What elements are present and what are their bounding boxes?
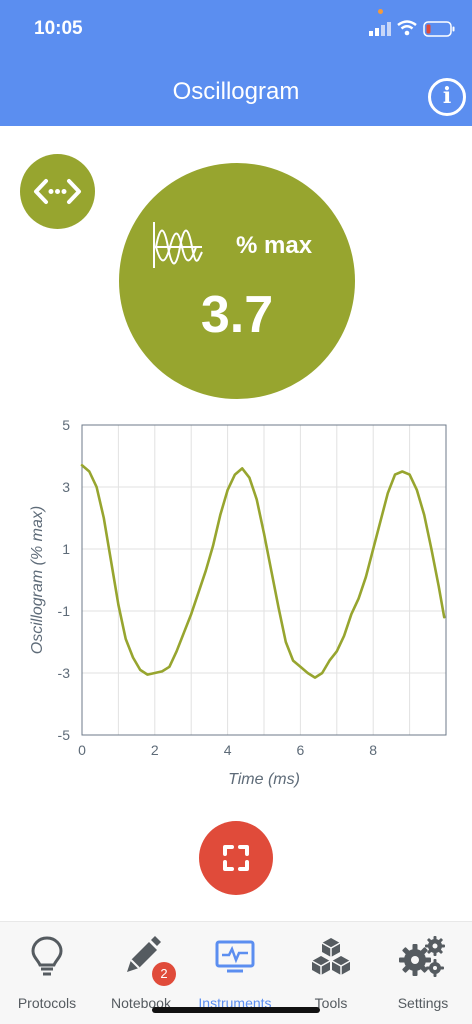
cell-signal-icon <box>369 22 391 36</box>
x-tick-label: 4 <box>224 742 232 758</box>
connection-toggle-button[interactable] <box>20 154 95 229</box>
y-tick-label: -3 <box>58 665 71 681</box>
x-tick-label: 2 <box>151 742 159 758</box>
fullscreen-frame-icon <box>223 845 249 871</box>
y-tick-label: 3 <box>62 479 70 495</box>
app-header: 10:05 Oscillogram i <box>0 0 472 126</box>
gears-icon <box>399 936 445 977</box>
wifi-icon <box>397 20 417 36</box>
y-axis-label: Oscillogram (% max) <box>29 506 46 654</box>
x-axis-label: Time (ms) <box>228 771 300 788</box>
cubes-icon <box>311 938 351 975</box>
tab-settings[interactable]: Settings <box>376 932 470 1012</box>
tab-notebook[interactable]: 2 Notebook <box>94 932 188 1012</box>
y-tick-label: -5 <box>58 727 71 743</box>
x-tick-label: 8 <box>369 742 377 758</box>
oscillogram-chart: 5 3 1 -1 -3 -5 0 2 4 6 8 Time (ms) Oscillogram (% ma… <box>29 417 447 788</box>
waveform-icon <box>153 222 203 268</box>
y-tick-label: -1 <box>58 603 71 619</box>
page-title: Oscillogram <box>172 78 300 105</box>
tab-label: Settings <box>397 995 449 1011</box>
status-time: 10:05 <box>34 18 83 39</box>
reading-display <box>119 163 355 399</box>
capture-button[interactable] <box>199 821 273 895</box>
tab-protocols[interactable]: Protocols <box>0 932 94 1012</box>
y-tick-label: 5 <box>62 417 70 433</box>
privacy-indicator-dot <box>378 9 383 14</box>
info-icon: i <box>442 83 452 109</box>
tab-label: Protocols <box>17 995 77 1011</box>
battery-icon <box>423 21 455 37</box>
tab-tools[interactable]: Tools <box>284 932 378 1012</box>
reading-unit: % max <box>236 232 313 259</box>
x-tick-label: 0 <box>78 742 86 758</box>
arrows-horizontal-icon <box>34 179 81 204</box>
x-tick-label: 6 <box>297 742 305 758</box>
series-line <box>80 463 446 679</box>
notebook-badge: 2 <box>152 962 176 986</box>
info-button[interactable]: i <box>428 78 466 116</box>
tab-instruments[interactable]: Instruments <box>188 932 282 1012</box>
home-indicator <box>152 1007 320 1013</box>
y-tick-label: 1 <box>62 541 70 557</box>
monitor-pulse-icon <box>215 940 255 973</box>
reading-value: 3.7 <box>200 286 274 344</box>
lightbulb-icon <box>31 936 63 976</box>
